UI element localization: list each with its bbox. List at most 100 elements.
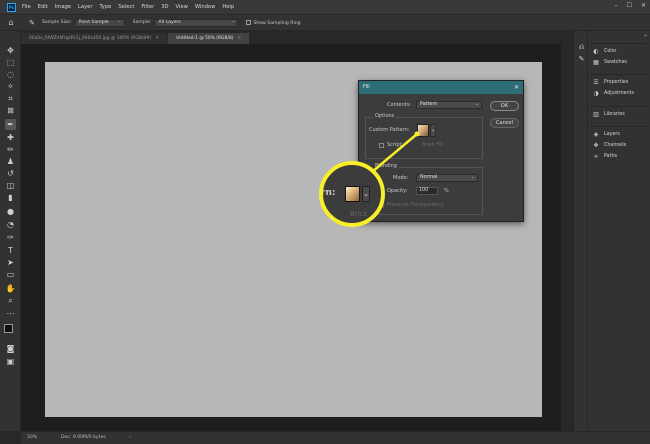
- document-tabs: 00a0e_fdWZANYqzFk1j_600x450.jpg @ 100% (…: [21, 32, 561, 44]
- panel-color[interactable]: ◐ Color: [591, 46, 647, 57]
- menu-bar: Ps File Edit Image Layer Type Select Fil…: [0, 0, 650, 14]
- panel-label: Layers: [604, 132, 620, 137]
- marquee-tool-icon[interactable]: ⬚: [5, 57, 16, 68]
- gradient-tool-icon[interactable]: ▮: [5, 192, 16, 203]
- pattern-picker-chevron-icon[interactable]: ⌄: [430, 124, 436, 137]
- panel-properties[interactable]: ☰ Properties: [591, 77, 647, 88]
- status-menu-icon[interactable]: ›: [129, 432, 131, 444]
- cancel-button[interactable]: Cancel: [490, 118, 519, 128]
- eyedropper-tool-icon[interactable]: ✎: [22, 19, 42, 27]
- panel-label: Properties: [604, 80, 629, 85]
- brush-settings-panel-icon[interactable]: ✎: [577, 55, 586, 64]
- swatches-panel-icon: ▦: [593, 59, 599, 66]
- lasso-tool-icon[interactable]: ◌: [5, 69, 16, 80]
- menu-filter[interactable]: Filter: [141, 4, 154, 10]
- menu-type[interactable]: Type: [99, 4, 111, 10]
- maximize-icon[interactable]: ☐: [627, 2, 632, 9]
- sample-size-select[interactable]: Point Sample: [74, 18, 125, 27]
- quick-mask-icon[interactable]: ◙: [5, 343, 16, 354]
- dialog-title: Fill: [363, 84, 370, 90]
- custom-pattern-label: Custom Pattern:: [369, 127, 410, 133]
- panel-layers[interactable]: ◈ Layers: [591, 129, 647, 140]
- path-selection-tool-icon[interactable]: ➤: [5, 257, 16, 268]
- tab-document-2[interactable]: Untitled-1 @ 50% (RGB/8) ✕: [168, 33, 250, 44]
- dodge-tool-icon[interactable]: ◔: [5, 219, 16, 230]
- menu-3d[interactable]: 3D: [161, 4, 168, 10]
- color-swatches[interactable]: [4, 324, 18, 338]
- contents-select[interactable]: Pattern ⌄: [416, 101, 482, 109]
- chevron-down-icon: ⌄: [470, 174, 475, 180]
- blur-tool-icon[interactable]: ●: [5, 206, 16, 217]
- blending-label: Blending: [373, 163, 399, 169]
- script-label: Script:: [387, 142, 404, 148]
- panel-swatches[interactable]: ▦ Swatches: [591, 57, 647, 68]
- menu-layer[interactable]: Layer: [78, 4, 92, 10]
- show-ring-option[interactable]: Show Sampling Ring: [246, 19, 301, 26]
- status-bar: 50% Doc: 9.00M/0 bytes ›: [21, 431, 650, 444]
- clone-stamp-tool-icon[interactable]: ♟: [5, 156, 16, 167]
- menu-file[interactable]: File: [22, 4, 31, 10]
- options-label: Options: [373, 113, 397, 119]
- frame-tool-icon[interactable]: ⊠: [5, 105, 16, 116]
- script-value: Brick Fill: [422, 142, 443, 148]
- panel-icon-strip: ⎌ ✎: [573, 31, 588, 431]
- close-icon[interactable]: ✕: [641, 2, 646, 9]
- panel-libraries[interactable]: ▥ Libraries: [591, 109, 647, 120]
- sample-select[interactable]: All Layers: [154, 18, 239, 27]
- brush-tool-icon[interactable]: ✏: [5, 144, 16, 155]
- menu-image[interactable]: Image: [55, 4, 71, 10]
- ok-button[interactable]: OK: [490, 101, 519, 111]
- layers-panel-icon: ◈: [593, 131, 599, 138]
- eraser-tool-icon[interactable]: ◫: [5, 180, 16, 191]
- menu-select[interactable]: Select: [118, 4, 134, 10]
- collapse-panels-icon[interactable]: »: [644, 33, 647, 39]
- sample-size-label: Sample Size:: [42, 20, 72, 25]
- pen-tool-icon[interactable]: ✑: [5, 232, 16, 243]
- shape-tool-icon[interactable]: ▭: [5, 269, 16, 280]
- mode-select[interactable]: Normal ⌄: [416, 174, 478, 182]
- more-tools-icon[interactable]: ⋯: [5, 308, 16, 319]
- healing-brush-tool-icon[interactable]: ✚: [5, 132, 16, 143]
- eyedropper-tool-icon[interactable]: ✒: [5, 119, 16, 130]
- panel-paths[interactable]: ⟡ Paths: [591, 151, 647, 162]
- menu-window[interactable]: Window: [195, 4, 215, 10]
- crop-tool-icon[interactable]: ⌗: [5, 93, 16, 104]
- screen-mode-icon[interactable]: ▣: [5, 356, 16, 367]
- panel-label: Channels: [604, 143, 627, 148]
- close-icon[interactable]: ✕: [514, 81, 519, 94]
- channels-panel-icon: ❖: [593, 142, 599, 149]
- close-tab-icon[interactable]: ✕: [237, 36, 241, 41]
- zoom-tool-icon[interactable]: ⌕: [5, 295, 16, 306]
- script-checkbox[interactable]: [379, 143, 384, 148]
- hand-tool-icon[interactable]: ✋: [5, 283, 16, 294]
- move-tool-icon[interactable]: ✥: [5, 45, 16, 56]
- paths-panel-icon: ⟡: [594, 152, 598, 160]
- minimize-icon[interactable]: –: [615, 2, 618, 9]
- panel-label: Paths: [604, 154, 618, 159]
- panels-dock: » ◐ Color ▦ Swatches ☰ Properties ◑ Adjustme…: [588, 31, 650, 431]
- pattern-swatch[interactable]: [417, 124, 429, 137]
- foreground-color-swatch[interactable]: [4, 324, 13, 333]
- mode-value: Normal: [420, 175, 438, 180]
- opacity-input[interactable]: 100: [416, 187, 438, 195]
- panel-adjustments[interactable]: ◑ Adjustments: [591, 88, 647, 99]
- magic-wand-tool-icon[interactable]: ✧: [5, 81, 16, 92]
- menu-view[interactable]: View: [176, 4, 188, 10]
- panel-label: Color: [604, 49, 617, 54]
- type-tool-icon[interactable]: T: [5, 245, 16, 256]
- chevron-down-icon: ⌄: [474, 101, 479, 107]
- menu-edit[interactable]: Edit: [38, 4, 48, 10]
- tab-document-1[interactable]: 00a0e_fdWZANYqzFk1j_600x450.jpg @ 100% (…: [21, 33, 168, 44]
- sample-size-value: Point Sample: [78, 19, 109, 25]
- zoom-level[interactable]: 50%: [27, 432, 37, 444]
- mode-label: Mode:: [393, 175, 409, 181]
- show-ring-checkbox[interactable]: [246, 19, 252, 25]
- home-icon[interactable]: ⌂: [0, 18, 22, 27]
- panel-group-properties: ☰ Properties ◑ Adjustments: [591, 74, 647, 99]
- panel-channels[interactable]: ❖ Channels: [591, 140, 647, 151]
- history-panel-icon[interactable]: ⎌: [577, 43, 586, 52]
- close-tab-icon[interactable]: ✕: [156, 36, 160, 41]
- menu-help[interactable]: Help: [222, 4, 234, 10]
- history-brush-tool-icon[interactable]: ↺: [5, 168, 16, 179]
- show-ring-label: Show Sampling Ring: [253, 20, 301, 26]
